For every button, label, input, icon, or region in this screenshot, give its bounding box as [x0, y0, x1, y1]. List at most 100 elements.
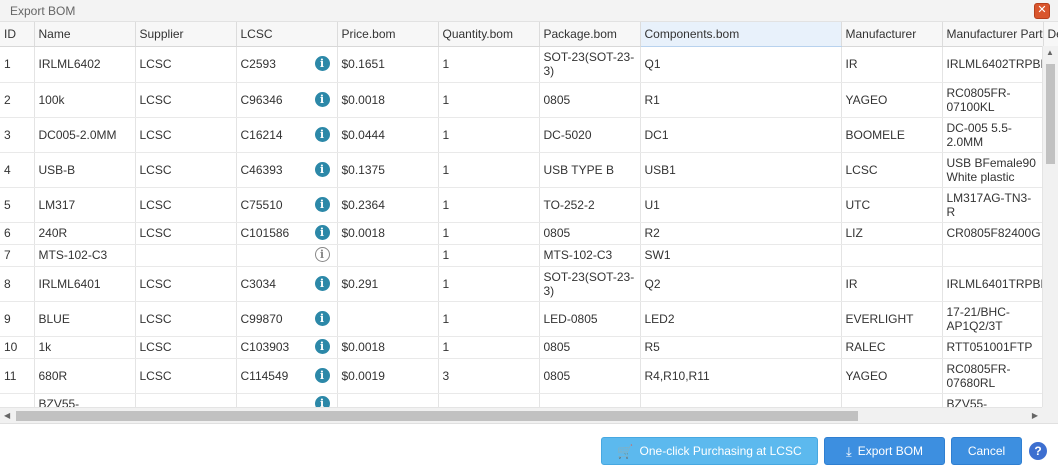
cell-text: RC0805FR-07100KL: [946, 85, 1011, 114]
cell-id: 3: [0, 117, 35, 153]
cell-text: C114549: [240, 368, 289, 383]
cell-supplier: LCSC: [135, 301, 237, 337]
table-row[interactable]: 5 LM317 LCSC C75510 i $0.2364 1 TO-252-2 U1 UTC LM…: [0, 187, 1058, 223]
cell-quantity: 1: [438, 46, 540, 83]
info-icon[interactable]: i: [314, 56, 330, 71]
table-row[interactable]: 10 1k LCSC C103903 i $0.0018 1 0805 R5 RALEC RTT05…: [0, 336, 1058, 359]
cell-supplier: LCSC: [135, 187, 237, 223]
info-icon[interactable]: i: [314, 126, 330, 142]
help-icon[interactable]: ?: [1029, 442, 1047, 460]
info-icon[interactable]: i: [314, 339, 330, 354]
cell-text: EVERLIGHT: [845, 311, 914, 326]
column-header-price[interactable]: Price.bom: [337, 22, 439, 47]
column-header-id[interactable]: ID: [0, 22, 35, 47]
cell-id: 4: [0, 152, 35, 188]
cancel-button[interactable]: Cancel: [951, 437, 1022, 465]
table-row[interactable]: 4 USB-B LCSC C46393 i $0.1375 1 USB TYPE B USB1 L…: [0, 152, 1058, 188]
scrollbar-corner: [1042, 407, 1058, 423]
cell-price: [337, 301, 439, 337]
info-icon[interactable]: i: [314, 310, 330, 326]
cell-text: 1k: [38, 340, 52, 354]
column-header-description[interactable]: De: [1043, 22, 1058, 47]
cell-text: IRLML6401: [38, 276, 101, 291]
horizontal-scrollbar[interactable]: ◀ ▶: [0, 407, 1042, 423]
info-icon[interactable]: i: [314, 275, 330, 291]
info-icon[interactable]: i: [314, 225, 330, 240]
cell-quantity: 3: [438, 358, 540, 394]
cell-text: BOOMELE: [845, 127, 905, 142]
cell-manufacturer-part: DC-005 5.5-2.0MM: [942, 117, 1044, 153]
cell-text: BLUE: [38, 311, 70, 326]
horizontal-scroll-thumb[interactable]: [16, 411, 858, 421]
cell-manufacturer: YAGEO: [841, 82, 943, 118]
cell-text: 1: [442, 276, 450, 291]
column-header-manufacturer[interactable]: Manufacturer: [841, 22, 943, 47]
export-bom-button[interactable]: ⤓ Export BOM: [824, 437, 945, 465]
info-icon[interactable]: i: [314, 367, 330, 383]
info-outline-icon[interactable]: i: [314, 247, 330, 262]
cell-text: C16214: [240, 127, 283, 142]
cell-quantity: 1: [438, 222, 540, 245]
cell-text: USB TYPE B: [543, 162, 614, 177]
column-header-quantity[interactable]: Quantity.bom: [438, 22, 540, 47]
cell-id: 7: [0, 244, 35, 267]
cell-text: YAGEO: [845, 368, 888, 383]
info-icon[interactable]: i: [314, 91, 330, 107]
close-icon[interactable]: ✕: [1034, 3, 1050, 19]
cell-text: USB BFemale90 White plastic: [946, 155, 1036, 184]
table-row[interactable]: 9 BLUE LCSC C99870 i 1 LED-0805 LED2 EVERLIGHT 17…: [0, 301, 1058, 337]
cell-text: SOT-23(SOT-23-3): [543, 50, 635, 78]
cell-text: IR: [845, 276, 858, 291]
cell-text: 5: [4, 197, 11, 212]
scroll-right-icon[interactable]: ▶: [1032, 411, 1038, 420]
cell-text: C101586: [240, 226, 290, 240]
cell-price: $0.2364: [337, 187, 439, 223]
cell-text: 3: [4, 127, 11, 142]
cell-manufacturer-part: IRLML6402TRPBF: [942, 46, 1044, 83]
column-header-supplier[interactable]: Supplier: [135, 22, 237, 47]
table-row[interactable]: 2 100k LCSC C96346 i $0.0018 1 0805 R1 YAGEO RC080…: [0, 82, 1058, 118]
column-header-package[interactable]: Package.bom: [539, 22, 641, 47]
cell-text: 7: [4, 248, 11, 262]
cell-text: 1: [442, 57, 450, 71]
cell-text: 1: [442, 340, 450, 354]
column-header-lcsc[interactable]: LCSC: [236, 22, 338, 47]
scroll-left-icon[interactable]: ◀: [4, 411, 10, 420]
cell-text: CR0805F82400G: [946, 226, 1041, 240]
bom-table: ID Name Supplier LCSC Price.bom Quantity.bom P…: [0, 22, 1058, 416]
table-row[interactable]: 6 240R LCSC C101586 i $0.0018 1 0805 R2 LIZ CR0805…: [0, 222, 1058, 245]
cell-text: $0.0019: [341, 368, 385, 383]
table-row[interactable]: 8 IRLML6401 LCSC C3034 i $0.291 1 SOT-23(SOT-23…: [0, 266, 1058, 302]
lcsc-purchase-button[interactable]: 🛒 One-click Purchasing at LCSC: [601, 437, 818, 465]
table-row[interactable]: 3 DC005-2.0MM LCSC C16214 i $0.0444 1 DC-5020 DC…: [0, 117, 1058, 153]
cell-id: 2: [0, 82, 35, 118]
info-icon[interactable]: i: [314, 161, 330, 177]
cell-manufacturer: EVERLIGHT: [841, 301, 943, 337]
cell-text: $0.0018: [341, 226, 385, 240]
table-body: 1 IRLML6402 LCSC C2593 i $0.1651 1 SOT-23(SOT-2…: [0, 46, 1058, 416]
table-row[interactable]: 1 IRLML6402 LCSC C2593 i $0.1651 1 SOT-23(SOT-2…: [0, 46, 1058, 83]
cell-supplier: LCSC: [135, 358, 237, 394]
cell-package: SOT-23(SOT-23-3): [539, 46, 641, 83]
scroll-up-icon[interactable]: ▲: [1046, 48, 1054, 57]
cell-text: LED-0805: [543, 311, 598, 326]
cell-package: TO-252-2: [539, 187, 641, 223]
table-row[interactable]: 11 680R LCSC C114549 i $0.0019 3 0805 R4,R10,R11…: [0, 358, 1058, 394]
column-header-name[interactable]: Name: [34, 22, 136, 47]
column-header-manufacturer-part[interactable]: Manufacturer Part: [942, 22, 1044, 47]
cell-price: $0.0018: [337, 82, 439, 118]
table-row[interactable]: 7 MTS-102-C3 i 1 MTS-102-C3 SW1: [0, 244, 1058, 267]
cell-text: $0.0018: [341, 340, 385, 354]
cell-name: USB-B: [34, 152, 136, 188]
cell-text: RALEC: [845, 340, 886, 354]
cell-text: SOT-23(SOT-23-3): [543, 269, 635, 298]
cell-price: $0.0019: [337, 358, 439, 394]
vertical-scrollbar[interactable]: ▲: [1042, 46, 1058, 414]
info-icon[interactable]: i: [314, 196, 330, 212]
cell-price: [337, 244, 439, 267]
column-header-components[interactable]: Components.bom: [640, 22, 842, 47]
cell-text: LCSC: [139, 340, 172, 354]
vertical-scroll-thumb[interactable]: [1046, 64, 1055, 164]
cell-manufacturer-part: [942, 244, 1044, 267]
cell-text: LCSC: [139, 92, 172, 107]
